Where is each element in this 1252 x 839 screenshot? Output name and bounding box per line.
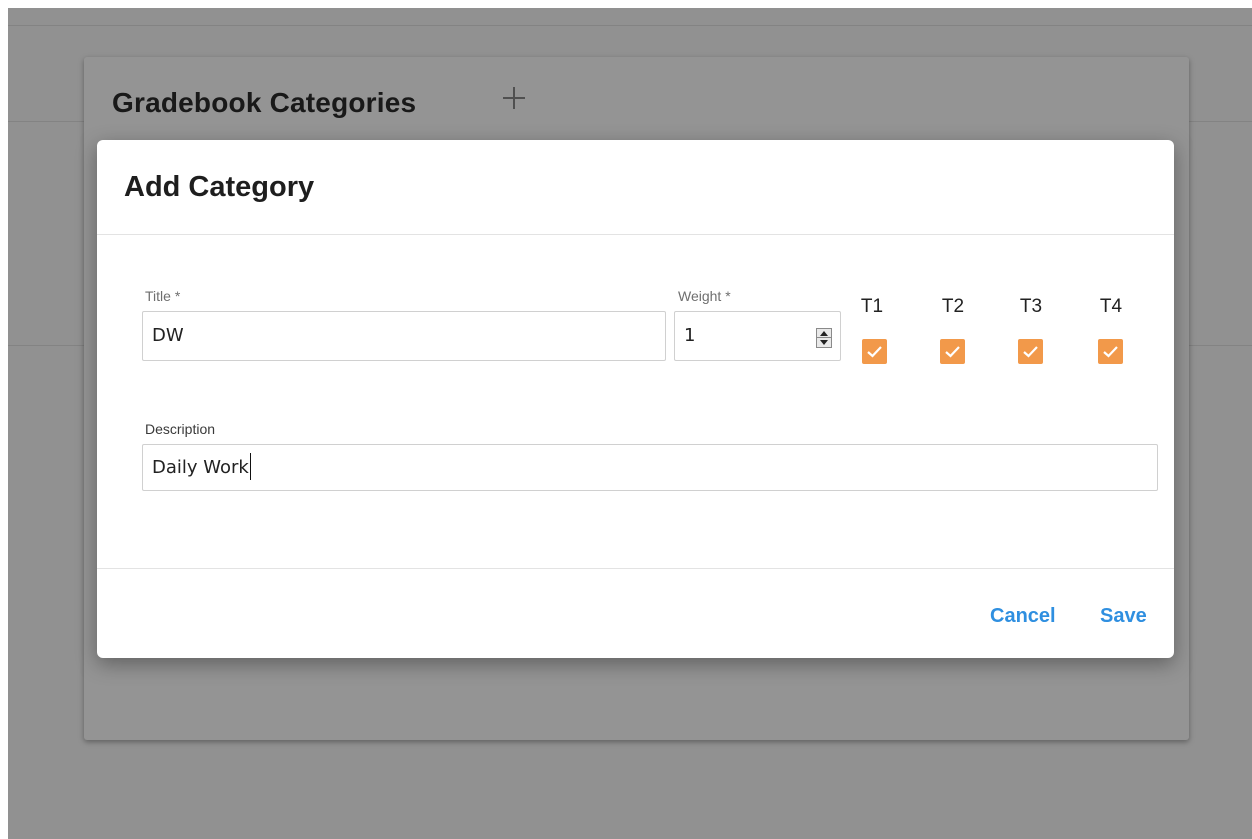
weight-label: Weight * [678,288,731,304]
increment-arrow-icon[interactable] [820,331,828,336]
cancel-button[interactable]: Cancel [990,605,1056,628]
check-icon [1103,346,1118,358]
dialog-footer-divider [97,568,1174,569]
term-label-t2: T2 [941,296,965,317]
dialog-title: Add Category [124,171,315,203]
decrement-arrow-icon[interactable] [820,340,828,345]
weight-input[interactable]: 1 [674,311,841,361]
weight-value: 1 [684,325,696,346]
term-label-t3: T3 [1019,296,1043,317]
text-caret [249,452,252,480]
check-icon [1023,346,1038,358]
check-icon [867,346,882,358]
term-label-t1: T1 [860,296,884,317]
term-checkbox-t2[interactable] [940,339,965,364]
term-checkbox-t3[interactable] [1018,339,1043,364]
title-label: Title * [145,288,181,304]
spinner-divider [817,337,831,338]
weight-spinner[interactable] [816,328,832,348]
description-input[interactable]: Daily Work [142,444,1158,491]
term-checkbox-t1[interactable] [862,339,887,364]
term-label-t4: T4 [1099,296,1123,317]
dialog-header: Add Category [97,140,1174,235]
description-value: Daily Work [152,457,249,478]
title-input[interactable]: DW [142,311,666,361]
add-category-dialog: Add Category Title * DW Weight * 1 T1 T2… [97,140,1174,658]
save-button[interactable]: Save [1100,605,1147,628]
description-label: Description [145,421,216,437]
term-checkbox-t4[interactable] [1098,339,1123,364]
check-icon [945,346,960,358]
title-value: DW [152,325,184,346]
